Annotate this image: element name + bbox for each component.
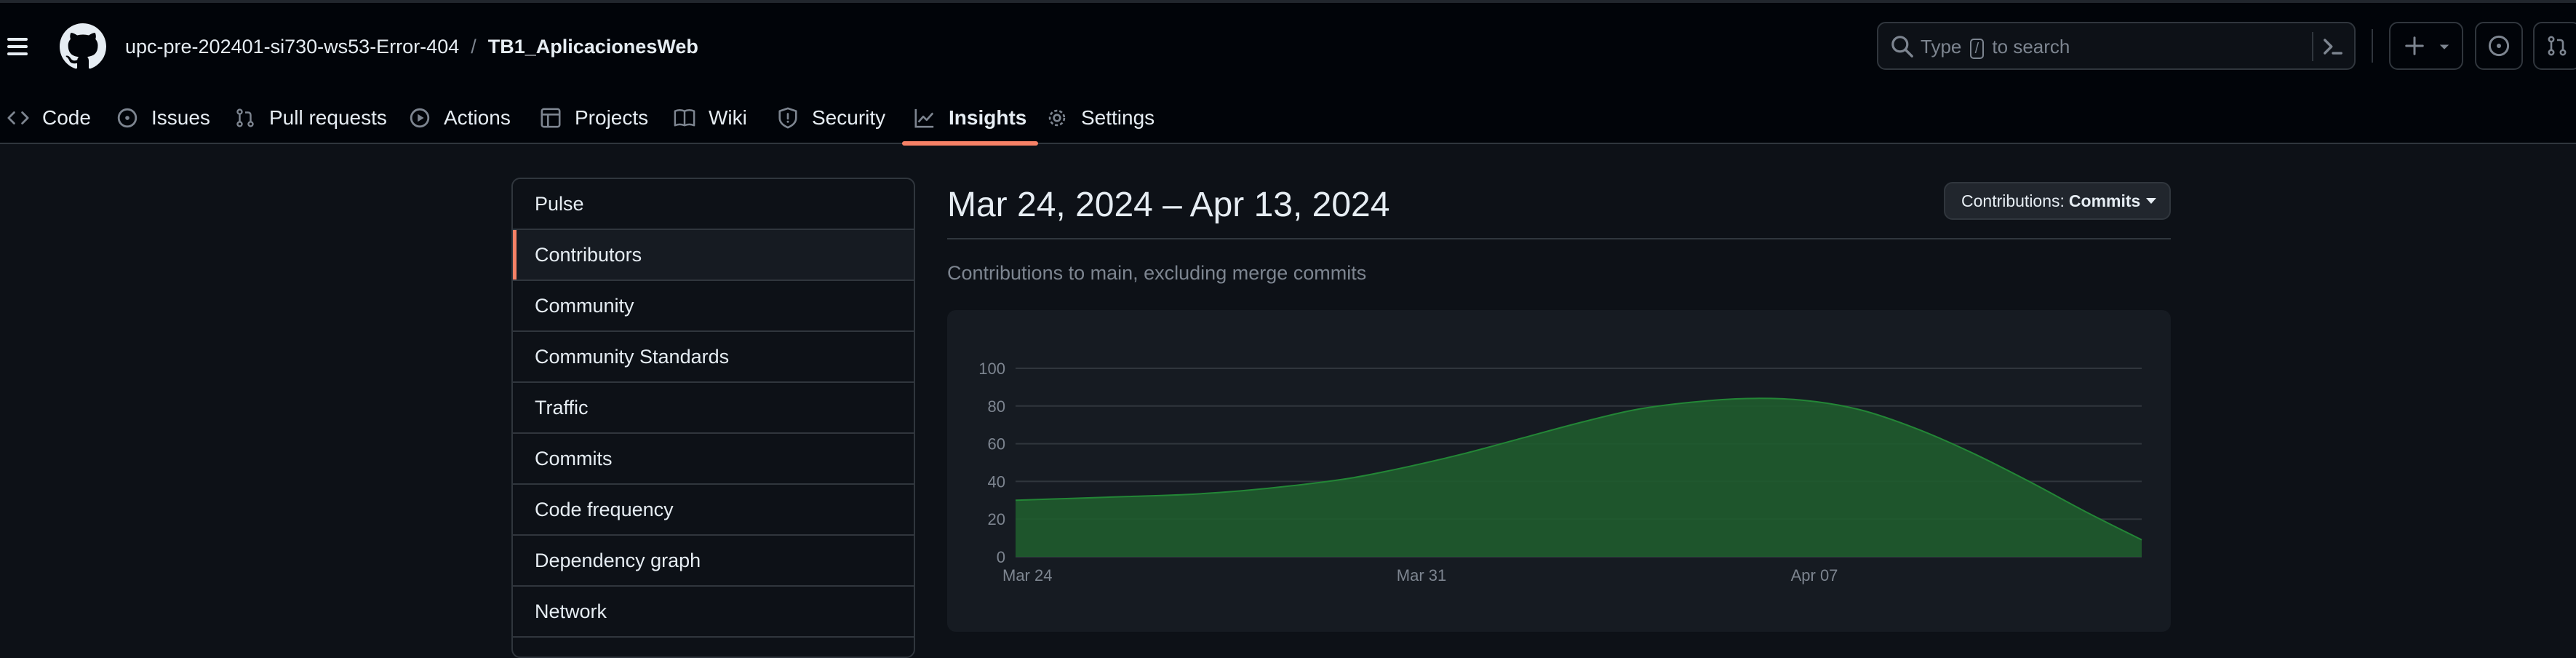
tab-pull-requests[interactable]: Pull requests: [234, 92, 387, 144]
header-divider: [2372, 29, 2373, 63]
sidebar-item-contributors[interactable]: Contributors: [513, 230, 914, 281]
y-tick-label: 60: [988, 435, 1005, 453]
search-prefix: Type: [1921, 36, 1961, 58]
breadcrumb: upc-pre-202401-si730-ws53-Error-404 / TB1_…: [125, 32, 698, 61]
search-divider: [2312, 32, 2313, 61]
tab-issues[interactable]: Issues: [116, 92, 210, 144]
tab-label: Wiki: [709, 106, 747, 130]
active-tab-underline: [902, 141, 1038, 146]
search-suffix: to search: [1992, 36, 2070, 58]
search-shortcut-key: /: [1970, 39, 1985, 59]
sidebar-item-code-frequency[interactable]: Code frequency: [513, 485, 914, 536]
git-pull-request-icon: [2545, 34, 2569, 58]
repo-owner-link[interactable]: upc-pre-202401-si730-ws53-Error-404: [125, 36, 459, 58]
y-tick-label: 20: [988, 510, 1005, 528]
y-tick-label: 40: [988, 472, 1005, 491]
y-tick-label: 80: [988, 397, 1005, 416]
graph-icon: [914, 107, 936, 129]
contributions-chart: 0 20 40 60 80 100 Mar 24 Mar 31 Apr 07: [947, 310, 2171, 632]
tab-label: Pull requests: [269, 106, 387, 130]
tab-actions[interactable]: Actions: [409, 92, 511, 144]
commits-area: [1016, 398, 2142, 557]
dropdown-label: Contributions:: [1961, 191, 2065, 211]
tab-code[interactable]: Code: [7, 92, 91, 144]
create-new-button[interactable]: [2389, 22, 2463, 70]
pull-requests-button[interactable]: [2533, 22, 2576, 70]
breadcrumb-separator: /: [471, 36, 476, 58]
repo-name-link[interactable]: TB1_AplicacionesWeb: [488, 36, 698, 58]
top-border: [0, 0, 2576, 3]
tab-insights[interactable]: Insights: [914, 92, 1026, 144]
shield-icon: [777, 107, 799, 129]
sidebar-item-commits[interactable]: Commits: [513, 434, 914, 485]
git-pull-request-icon: [234, 107, 256, 129]
tab-label: Projects: [575, 106, 648, 130]
tab-label: Code: [42, 106, 91, 130]
chart-subtitle: Contributions to main, excluding merge c…: [947, 262, 1366, 285]
tab-wiki[interactable]: Wiki: [674, 92, 747, 144]
tab-projects[interactable]: Projects: [540, 92, 648, 144]
book-icon: [674, 107, 695, 129]
plus-icon: [2404, 35, 2425, 57]
y-tick-label: 100: [978, 360, 1005, 378]
tab-label: Issues: [151, 106, 210, 130]
date-range-heading: Mar 24, 2024 – Apr 13, 2024: [947, 179, 1389, 231]
issues-button[interactable]: [2475, 22, 2523, 70]
tab-label: Settings: [1081, 106, 1155, 130]
hamburger-menu-icon[interactable]: [4, 33, 31, 60]
x-tick-label: Mar 31: [1397, 566, 1446, 584]
sidebar-item-network[interactable]: Network: [513, 587, 914, 638]
sidebar-item-pulse[interactable]: Pulse: [513, 179, 914, 230]
command-palette-icon[interactable]: [2319, 33, 2347, 60]
issue-opened-icon: [2487, 34, 2511, 58]
code-icon: [7, 107, 29, 129]
chart-svg: 0 20 40 60 80 100 Mar 24 Mar 31 Apr 07: [947, 310, 2171, 632]
heading-divider: [947, 238, 2171, 239]
issue-opened-icon: [116, 107, 138, 129]
search-placeholder: Type / to search: [1921, 34, 2070, 59]
search-input[interactable]: Type / to search: [1877, 22, 2356, 70]
tab-settings[interactable]: Settings: [1046, 92, 1155, 144]
x-tick-label: Mar 24: [1002, 566, 1052, 584]
tab-label: Insights: [949, 106, 1026, 130]
tab-security[interactable]: Security: [777, 92, 885, 144]
contributions-type-dropdown[interactable]: Contributions: Commits: [1944, 182, 2171, 220]
search-icon: [1890, 34, 1915, 59]
sidebar-item-community-standards[interactable]: Community Standards: [513, 332, 914, 383]
sidebar-item-dependency-graph[interactable]: Dependency graph: [513, 536, 914, 587]
table-icon: [540, 107, 562, 129]
github-logo-icon[interactable]: [60, 23, 106, 70]
dropdown-value: Commits: [2069, 191, 2140, 211]
sidebar-item-traffic[interactable]: Traffic: [513, 383, 914, 434]
play-icon: [409, 107, 431, 129]
sidebar-item-community[interactable]: Community: [513, 281, 914, 332]
gear-icon: [1046, 107, 1068, 129]
tab-label: Actions: [444, 106, 511, 130]
x-tick-label: Apr 07: [1791, 566, 1838, 584]
insights-sidebar: Pulse Contributors Community Community S…: [511, 178, 915, 658]
triangle-down-icon: [2437, 39, 2452, 54]
tab-label: Security: [812, 106, 885, 130]
caret-down-icon: [2146, 198, 2156, 204]
y-tick-label: 0: [997, 548, 1005, 566]
top-header: upc-pre-202401-si730-ws53-Error-404 / TB1_…: [0, 0, 2576, 144]
